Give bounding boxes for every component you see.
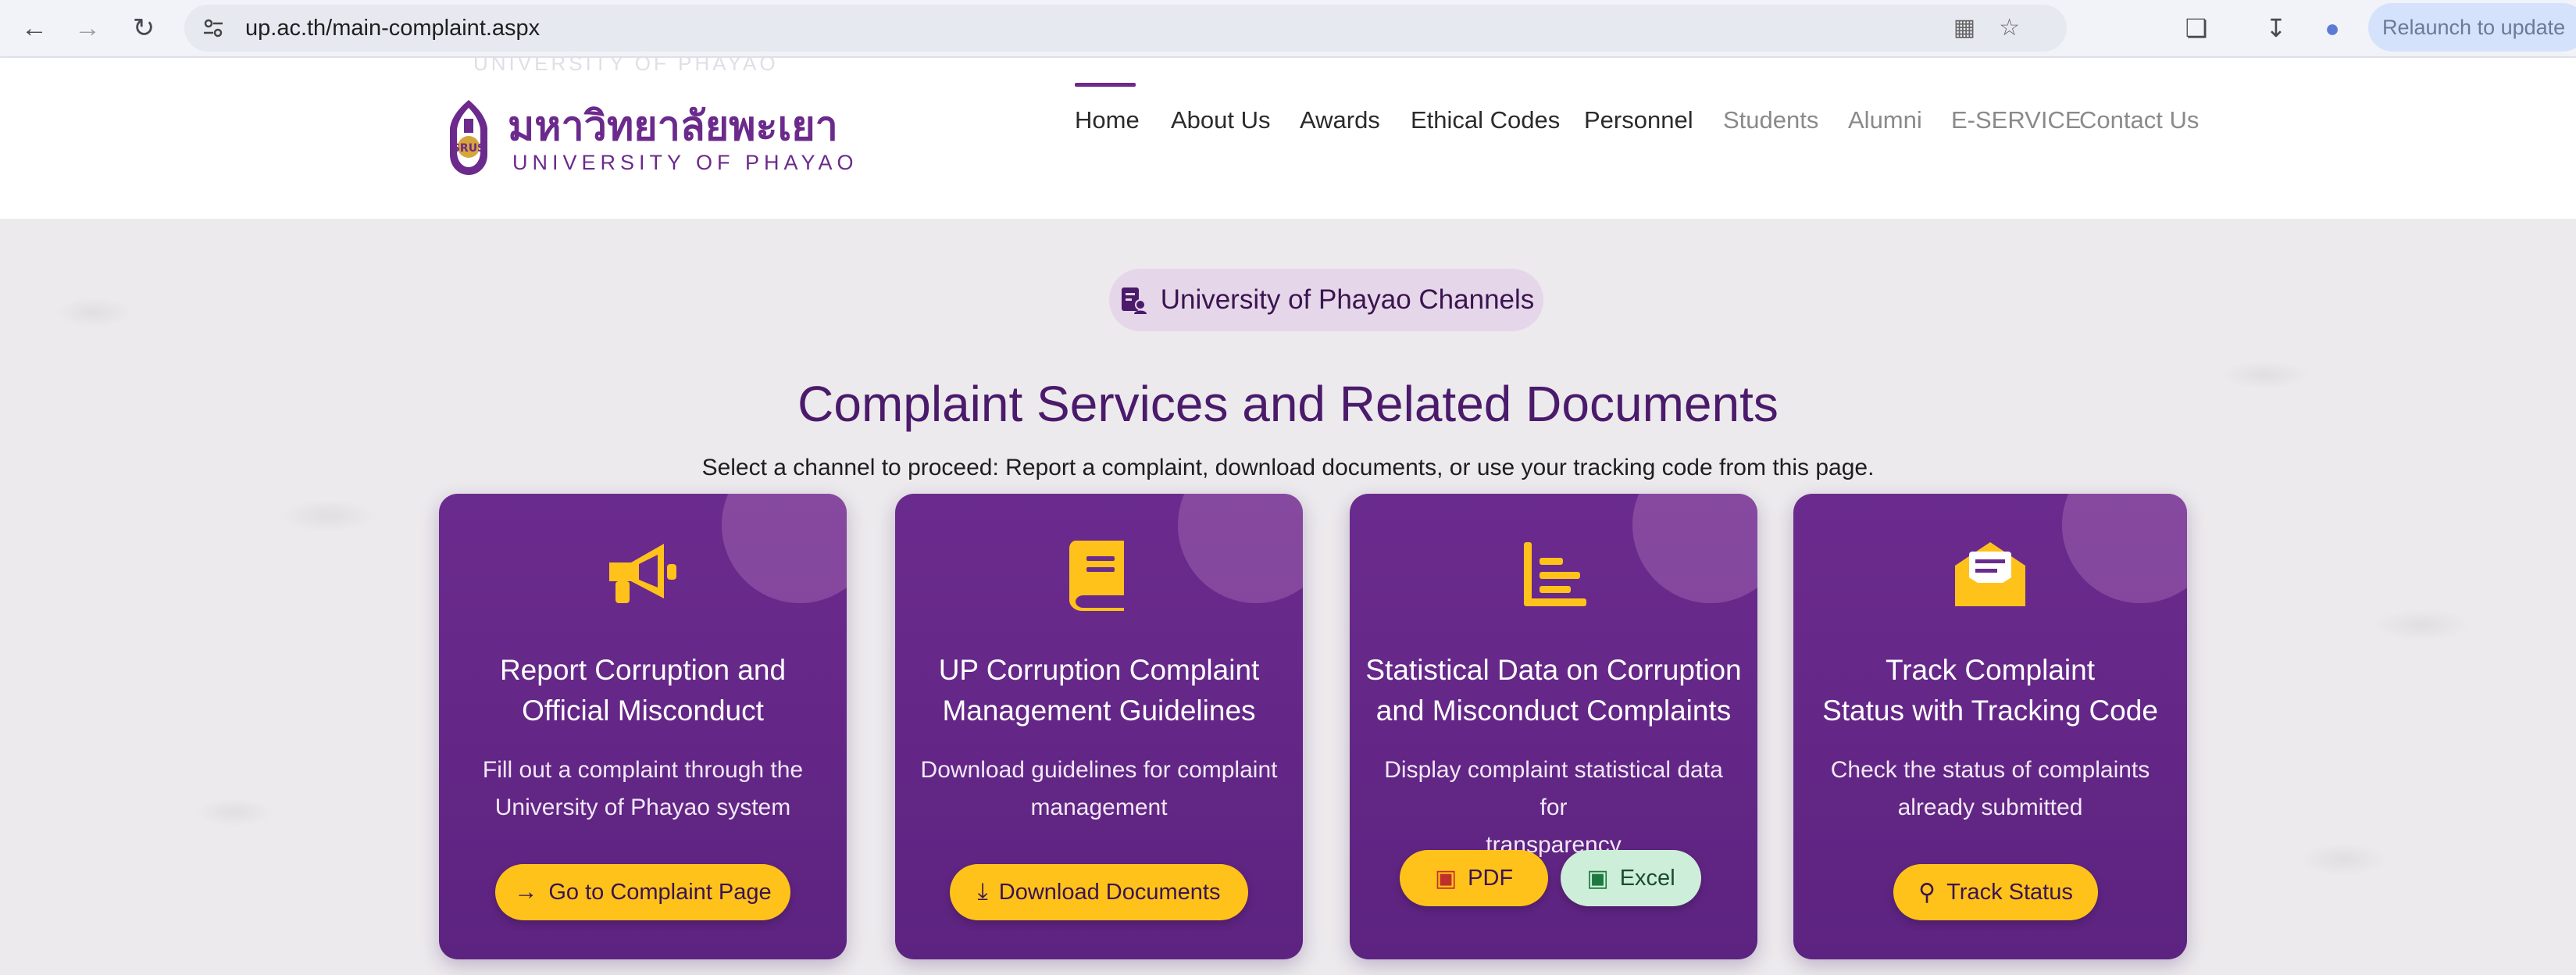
button-label: Download Documents <box>998 879 1221 905</box>
main-content: University of Phayao Channels Complaint … <box>0 219 2576 975</box>
book-icon <box>1069 541 1124 611</box>
button-label: PDF <box>1468 865 1514 891</box>
extensions-puzzle-icon[interactable]: ❏ <box>2178 9 2215 47</box>
nav-personnel[interactable]: Personnel <box>1584 89 1693 152</box>
card-title-line: Official Misconduct <box>522 695 764 727</box>
document-user-icon <box>1121 288 1147 314</box>
track-status-button[interactable]: ⚲ Track Status <box>1893 864 2098 920</box>
university-seal-icon: SRUS <box>450 100 487 175</box>
card-title-line: Report Corruption and <box>499 654 787 686</box>
button-label: Go to Complaint Page <box>548 879 772 905</box>
pdf-button[interactable]: ▣ PDF <box>1400 850 1548 906</box>
channels-pill: University of Phayao Channels <box>1109 269 1543 331</box>
relaunch-button[interactable]: Relaunch to update <box>2368 3 2576 52</box>
card-guidelines: UP Corruption Complaint Management Guide… <box>895 494 1303 959</box>
card-title-line: and Misconduct Complaints <box>1375 695 1732 727</box>
card-title-line: UP Corruption Complaint <box>938 654 1260 686</box>
back-arrow-icon[interactable]: ← <box>14 8 55 48</box>
nav-students[interactable]: Students <box>1723 89 1818 152</box>
card-title-line: Statistical Data on Corruption <box>1365 654 1742 686</box>
card-description-line: management <box>1030 795 1168 820</box>
forward-arrow-icon[interactable]: → <box>67 8 108 48</box>
header-ghost-text: UNIVERSITY OF PHAYAO <box>473 52 779 75</box>
nav-alumni[interactable]: Alumni <box>1848 89 1922 152</box>
site-settings-icon[interactable] <box>200 15 227 41</box>
card-title-line: Status with Tracking Code <box>1822 695 2158 727</box>
site-header: UNIVERSITY OF PHAYAO SRUS มหาวิทยาลัยพะเ… <box>0 52 2576 219</box>
channels-pill-label: University of Phayao Channels <box>1160 284 1535 315</box>
logo-thai-text: มหาวิทยาลัยพะเยา <box>508 103 838 150</box>
card-title-line: Track Complaint <box>1886 654 2095 686</box>
page-subtitle: Select a channel to proceed: Report a co… <box>701 455 1875 480</box>
page-title: Complaint Services and Related Documents <box>797 376 1779 432</box>
excel-button[interactable]: ▣ Excel <box>1561 850 1701 906</box>
nav-ethical-codes[interactable]: Ethical Codes <box>1411 89 1560 152</box>
seal-text: SRUS <box>452 142 485 155</box>
logo-english-text: UNIVERSITY OF PHAYAO <box>512 151 858 174</box>
card-description-line: University of Phayao system <box>494 795 791 820</box>
card-description-line: Display complaint statistical data for <box>1384 757 1723 820</box>
university-logo[interactable]: SRUS มหาวิทยาลัยพะเยา UNIVERSITY OF PHAY… <box>437 97 858 180</box>
search-icon: ⚲ <box>1918 879 1936 905</box>
button-label: Excel <box>1619 865 1675 891</box>
bar-chart-icon <box>1524 542 1586 606</box>
nav-contact-us[interactable]: Contact Us <box>2079 89 2199 152</box>
nav-about-us[interactable]: About Us <box>1171 89 1271 152</box>
envelope-open-icon <box>1955 542 2025 606</box>
card-description-line: Download guidelines for complaint <box>920 757 1278 783</box>
button-label: Track Status <box>1946 879 2073 905</box>
pdf-file-icon: ▣ <box>1434 865 1457 891</box>
card-description-line: Check the status of complaints <box>1830 757 2150 783</box>
card-description-line: already submitted <box>1897 795 2083 820</box>
arrow-right-icon: → <box>514 879 538 905</box>
profile-icon[interactable]: ● <box>2314 9 2351 47</box>
download-icon[interactable]: ↧ <box>2257 9 2295 47</box>
url-text: up.ac.th/main-complaint.aspx <box>245 15 541 41</box>
excel-file-icon: ▣ <box>1586 865 1609 891</box>
download-icon: ⤓ <box>977 879 988 905</box>
browser-toolbar: ← → ↻ up.ac.th/main-complaint.aspx ▦ ☆ ❏… <box>0 0 2576 58</box>
download-documents-button[interactable]: ⤓ Download Documents <box>950 864 1248 920</box>
card-title-line: Management Guidelines <box>942 695 1256 727</box>
go-to-complaint-page-button[interactable]: → Go to Complaint Page <box>495 864 790 920</box>
card-report-corruption: Report Corruption and Official Misconduc… <box>439 494 847 959</box>
translate-icon[interactable]: ▦ <box>1953 14 1975 41</box>
reload-icon[interactable]: ↻ <box>123 8 164 48</box>
nav-e-service[interactable]: E-SERVICE <box>1951 89 2082 152</box>
card-track-status: Track Complaint Status with Tracking Cod… <box>1793 494 2187 959</box>
address-bar[interactable]: up.ac.th/main-complaint.aspx ▦ ☆ <box>184 5 2067 52</box>
nav-awards[interactable]: Awards <box>1300 89 1380 152</box>
card-statistics: Statistical Data on Corruption and Misco… <box>1350 494 1757 959</box>
nav-home[interactable]: Home <box>1075 83 1140 152</box>
megaphone-icon <box>609 544 676 603</box>
bookmark-star-icon[interactable]: ☆ <box>1999 14 2020 41</box>
card-description-line: Fill out a complaint through the <box>482 757 804 783</box>
